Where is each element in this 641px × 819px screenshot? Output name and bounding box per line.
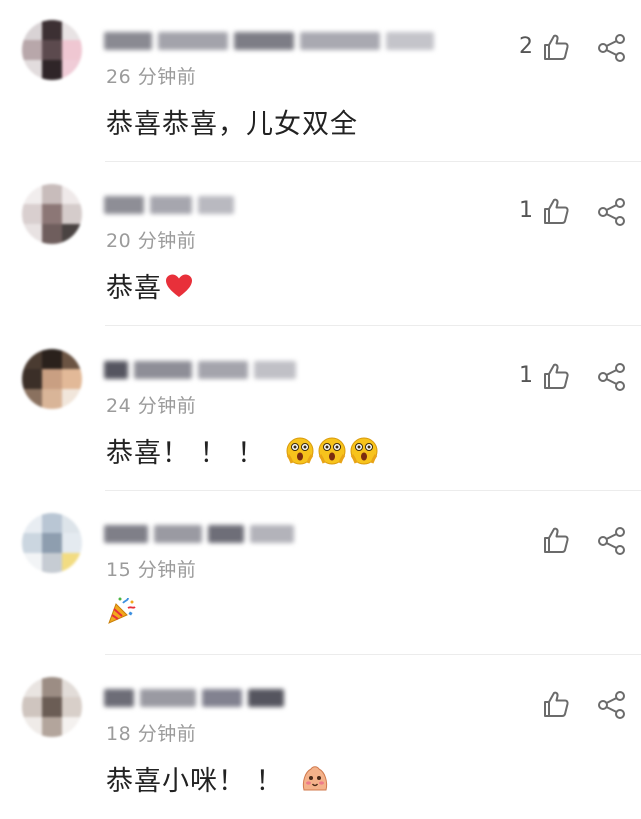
username[interactable]: [104, 192, 234, 218]
party-popper-icon: [108, 597, 136, 624]
like-count: 1: [519, 363, 533, 388]
comment-text-content: 恭喜恭喜，儿女双全: [106, 109, 358, 140]
shocked-face-icon: [318, 437, 346, 464]
like-count: 2: [519, 34, 533, 59]
share-icon[interactable]: [596, 196, 628, 228]
comment-time: 26 分钟前: [106, 66, 197, 88]
divider: [105, 325, 641, 326]
comment-text: 恭喜小咪！ ！: [106, 759, 330, 798]
comment-item: 24 分钟前 恭喜！ ！ ！ 1: [0, 327, 641, 491]
shocked-face-icon: [286, 437, 314, 464]
comment-text: 恭喜恭喜，儿女双全: [106, 102, 358, 141]
avatar[interactable]: [22, 184, 82, 244]
comment-text-content: 恭喜小咪！ ！: [106, 766, 284, 797]
thumbs-up-icon[interactable]: [541, 32, 571, 62]
thumbs-up-icon[interactable]: [541, 196, 571, 226]
avatar[interactable]: [22, 513, 82, 573]
avatar[interactable]: [22, 677, 82, 737]
shocked-face-icon: [350, 437, 378, 464]
comment-item: 26 分钟前 恭喜恭喜，儿女双全 2: [0, 0, 641, 162]
comment-text: 恭喜！ ！ ！: [106, 431, 379, 470]
username[interactable]: [104, 685, 284, 711]
comment-text: [106, 595, 136, 625]
comment-item: 20 分钟前 恭喜 1: [0, 162, 641, 326]
comment-text-content: 恭喜: [106, 273, 162, 304]
share-icon[interactable]: [596, 689, 628, 721]
comment-item: 18 分钟前 恭喜小咪！ ！: [0, 655, 641, 819]
thumbs-up-icon[interactable]: [541, 361, 571, 391]
like-count: 1: [519, 198, 533, 223]
share-icon[interactable]: [596, 361, 628, 393]
thumbs-up-icon[interactable]: [541, 525, 571, 555]
username[interactable]: [104, 28, 434, 54]
comment-time: 18 分钟前: [106, 723, 197, 745]
comment-text: 恭喜: [106, 266, 194, 305]
username[interactable]: [104, 521, 294, 547]
avatar[interactable]: [22, 20, 82, 80]
comment-time: 24 分钟前: [106, 395, 197, 417]
red-heart-icon: [166, 274, 192, 297]
comment-time: 15 分钟前: [106, 559, 197, 581]
share-icon[interactable]: [596, 32, 628, 64]
avatar[interactable]: [22, 349, 82, 409]
comment-text-content: 恭喜！ ！ ！: [106, 438, 266, 469]
comment-time: 20 分钟前: [106, 230, 197, 252]
thumbs-up-icon[interactable]: [541, 689, 571, 719]
share-icon[interactable]: [596, 525, 628, 557]
blush-face-icon: [302, 765, 327, 790]
comment-item: 15 分钟前: [0, 491, 641, 655]
username[interactable]: [104, 357, 296, 383]
